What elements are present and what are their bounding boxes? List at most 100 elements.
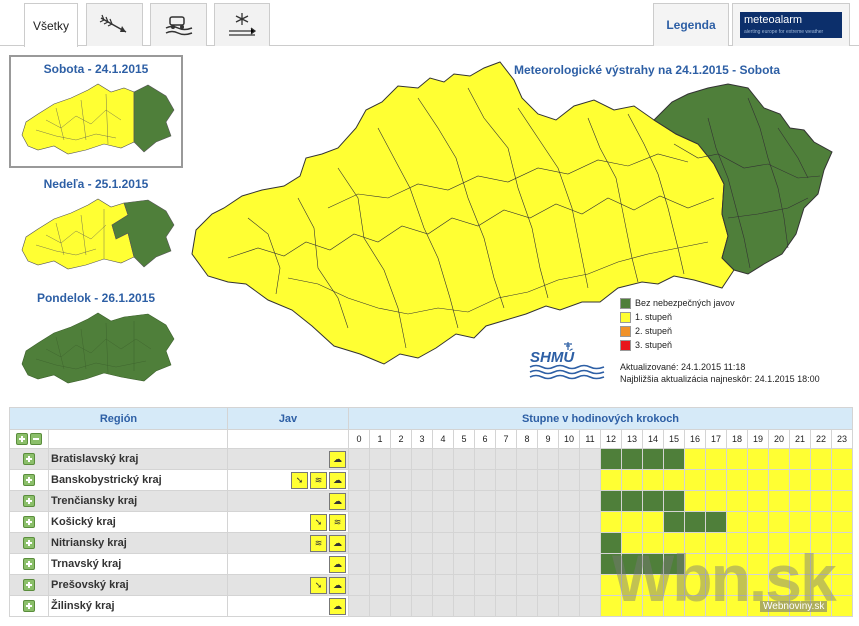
fog-icon[interactable]: ☁ [329, 471, 346, 489]
hour-cell [516, 448, 538, 470]
hour-cell [579, 469, 601, 491]
region-name: Prešovský kraj [48, 574, 228, 596]
table-row[interactable]: Trenčiansky kraj ☁ [9, 490, 853, 512]
fog-icon[interactable]: ☁ [329, 555, 346, 573]
hour-cell [390, 574, 412, 596]
hour-header-13: 13 [621, 429, 643, 449]
snow-drift-icon[interactable]: ≋ [329, 513, 346, 531]
hour-cell [537, 511, 559, 533]
phenomena-cell: ➘ ≋ [227, 511, 349, 533]
hour-cell [705, 511, 727, 533]
wind-icon[interactable]: ➘ [310, 576, 327, 594]
hour-header-8: 8 [516, 429, 538, 449]
shmu-logo: SHMÚ [529, 342, 605, 380]
hour-cell [558, 532, 580, 554]
hour-cell [474, 574, 496, 596]
expand-row-icon[interactable] [23, 579, 35, 592]
watermark-sub: Webnoviny.sk [760, 601, 828, 612]
region-name: Trenčiansky kraj [48, 490, 228, 512]
phenomena-cell: ➘ ≋ ☁ [227, 469, 349, 491]
wind-icon[interactable]: ➘ [310, 513, 327, 531]
hour-header-0: 0 [348, 429, 370, 449]
hour-header-20: 20 [768, 429, 790, 449]
meteoalarm-link[interactable]: meteoalarm alerting europe for extreme w… [732, 3, 850, 46]
hour-cell [537, 574, 559, 596]
expand-row-icon[interactable] [23, 495, 35, 508]
legend-label: Bez nebezpečných javov [635, 298, 735, 308]
hour-cell [516, 595, 538, 617]
hour-cell [390, 469, 412, 491]
tab-snow[interactable] [214, 3, 270, 46]
hour-cell [579, 574, 601, 596]
next-update-text: Najbližšia aktualizácia najneskôr: 24.1.… [620, 374, 820, 384]
legend-swatch-red [620, 339, 631, 351]
expand-row-icon[interactable] [23, 600, 35, 613]
day-saturday-map [21, 83, 175, 155]
legend-tab[interactable]: Legenda [653, 3, 729, 46]
slovakia-warning-map[interactable] [188, 58, 840, 388]
snow-drift-icon[interactable]: ≋ [310, 471, 327, 489]
hour-cell [474, 532, 496, 554]
hour-cell [411, 532, 433, 554]
table-row[interactable]: Banskobystrický kraj ➘ ≋ ☁ [9, 469, 853, 491]
hour-cell [474, 490, 496, 512]
wind-icon[interactable]: ➘ [291, 471, 308, 489]
expand-row-icon[interactable] [23, 558, 35, 571]
snow-drift-icon[interactable]: ≋ [310, 534, 327, 552]
meteoalarm-logo: meteoalarm alerting europe for extreme w… [740, 12, 842, 38]
hour-cell [390, 553, 412, 575]
tab-all-label: Všetky [32, 18, 69, 33]
expand-row-icon[interactable] [23, 453, 35, 466]
hour-cell [348, 553, 370, 575]
hour-cell [453, 553, 475, 575]
hour-cell [453, 448, 475, 470]
tab-fog[interactable] [150, 3, 207, 46]
fog-icon[interactable]: ☁ [329, 597, 346, 615]
hour-header-7: 7 [495, 429, 517, 449]
expand-row-icon[interactable] [23, 474, 35, 487]
hour-cell [831, 448, 853, 470]
hour-cell [495, 553, 517, 575]
fog-icon[interactable]: ☁ [329, 492, 346, 510]
hour-cell [390, 595, 412, 617]
hour-cell [474, 595, 496, 617]
expand-row-icon[interactable] [23, 537, 35, 550]
legend-label: 2. stupeň [635, 326, 673, 336]
fog-icon[interactable]: ☁ [329, 450, 346, 468]
hour-cell [516, 490, 538, 512]
hour-cell [621, 448, 643, 470]
hour-cell [411, 553, 433, 575]
day-monday[interactable]: Pondelok - 26.1.2015 [9, 286, 183, 394]
col-region-header: Región [9, 407, 228, 430]
hour-cell [411, 469, 433, 491]
fog-icon[interactable]: ☁ [329, 534, 346, 552]
day-saturday[interactable]: Sobota - 24.1.2015 [9, 55, 183, 168]
collapse-all-icon[interactable] [30, 433, 43, 445]
expand-all-icon[interactable] [15, 433, 28, 445]
legend-row: 3. stupeň [620, 338, 735, 352]
hour-cell [684, 490, 706, 512]
legend-swatch-green [620, 297, 631, 309]
table-row[interactable]: Košický kraj ➘ ≋ [9, 511, 853, 533]
hour-cell [453, 511, 475, 533]
blank-cell [227, 429, 349, 449]
hour-header-17: 17 [705, 429, 727, 449]
hour-cell [432, 469, 454, 491]
hour-cell [831, 490, 853, 512]
hour-cell [747, 511, 769, 533]
table-row[interactable]: Bratislavský kraj ☁ [9, 448, 853, 470]
phenomena-cell: ☁ [227, 595, 349, 617]
day-sunday[interactable]: Nedeľa - 25.1.2015 [9, 172, 183, 280]
tab-all[interactable]: Všetky [24, 3, 78, 47]
hour-cell [348, 574, 370, 596]
hour-cell [747, 469, 769, 491]
fog-icon[interactable]: ☁ [329, 576, 346, 594]
hour-cell [390, 448, 412, 470]
hour-header-1: 1 [369, 429, 391, 449]
hour-cell [516, 511, 538, 533]
snow-icon [229, 13, 257, 36]
hour-cell [474, 469, 496, 491]
hour-cell [432, 490, 454, 512]
expand-row-icon[interactable] [23, 516, 35, 529]
tab-wind[interactable] [86, 3, 143, 46]
